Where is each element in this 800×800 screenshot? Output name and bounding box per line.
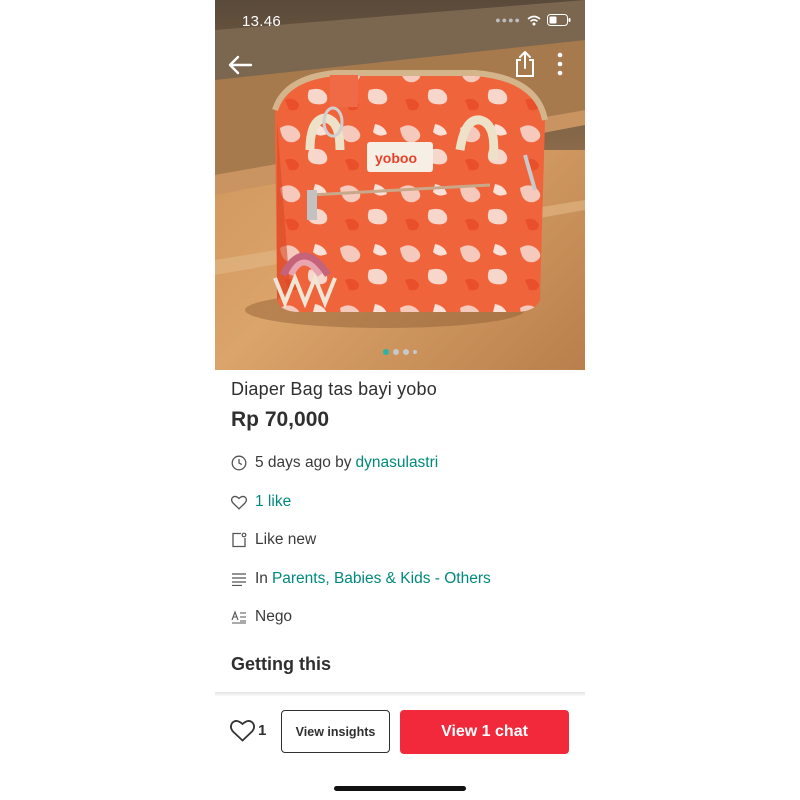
condition-text: Like new <box>255 531 317 548</box>
share-button[interactable] <box>512 50 538 78</box>
view-insights-button[interactable]: View insights <box>281 710 390 753</box>
view-chat-button[interactable]: View 1 chat <box>400 710 569 754</box>
battery-icon <box>547 14 571 26</box>
brand-label: yoboo <box>375 150 417 166</box>
category-link[interactable]: Parents, Babies & Kids - Others <box>272 570 491 588</box>
wifi-icon <box>527 15 541 25</box>
likes-row[interactable]: 1 like <box>231 493 291 511</box>
carousel-dot[interactable] <box>403 349 409 355</box>
product-photo-carousel[interactable]: yoboo 13.46 ●●●● <box>215 0 585 370</box>
clock-icon <box>231 455 247 471</box>
getting-this-heading: Getting this <box>231 654 331 674</box>
back-button[interactable] <box>225 52 255 78</box>
listing-price: Rp 70,000 <box>231 408 330 431</box>
likes-link[interactable]: 1 like <box>255 493 291 511</box>
carousel-dot[interactable] <box>393 349 399 355</box>
arrow-left-icon <box>228 55 253 75</box>
category-prefix: In <box>255 570 268 587</box>
more-options-button[interactable] <box>551 50 569 78</box>
listing-title: Diaper Bag tas bayi yobo <box>231 379 437 399</box>
status-icons: ●●●● <box>495 14 571 26</box>
more-vertical-icon <box>557 52 563 76</box>
deal-row: Nego <box>231 608 292 626</box>
heart-outline-icon <box>231 494 247 510</box>
deal-text: Nego <box>255 608 293 625</box>
signal-icon: ●●●● <box>495 15 521 25</box>
carousel-indicator <box>215 349 585 355</box>
share-icon <box>516 51 534 77</box>
bottom-bar-divider <box>215 692 585 696</box>
tag-icon <box>231 532 247 548</box>
text-format-icon <box>231 609 247 625</box>
carousel-dot[interactable] <box>413 350 417 354</box>
home-indicator[interactable] <box>334 786 466 791</box>
listing-screen: yoboo 13.46 ●●●● Diaper Bag tas bayi yob… <box>215 0 585 800</box>
condition-row: Like new <box>231 531 316 549</box>
posted-row: 5 days ago by dynasulastri <box>231 454 438 472</box>
like-button[interactable]: 1 <box>230 719 266 742</box>
posted-text: 5 days ago by <box>255 454 352 471</box>
category-row: In Parents, Babies & Kids - Others <box>231 570 491 588</box>
seller-link[interactable]: dynasulastri <box>356 454 439 472</box>
status-time: 13.46 <box>242 13 282 30</box>
carousel-dot[interactable] <box>383 349 389 355</box>
heart-outline-icon <box>230 720 255 742</box>
like-count: 1 <box>258 722 267 739</box>
list-icon <box>231 571 247 587</box>
